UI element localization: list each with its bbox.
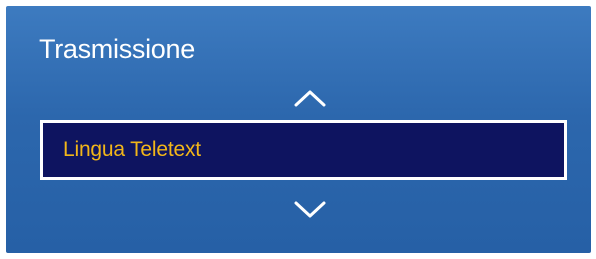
menu-item-lingua-teletext[interactable]: Lingua Teletext: [40, 120, 567, 180]
menu-item-label: Lingua Teletext: [63, 138, 201, 161]
chevron-up-icon[interactable]: [290, 86, 330, 110]
broadcast-menu-panel: Trasmissione Lingua Teletext: [6, 6, 591, 253]
chevron-down-icon[interactable]: [290, 198, 330, 222]
menu-title: Trasmissione: [39, 34, 195, 64]
